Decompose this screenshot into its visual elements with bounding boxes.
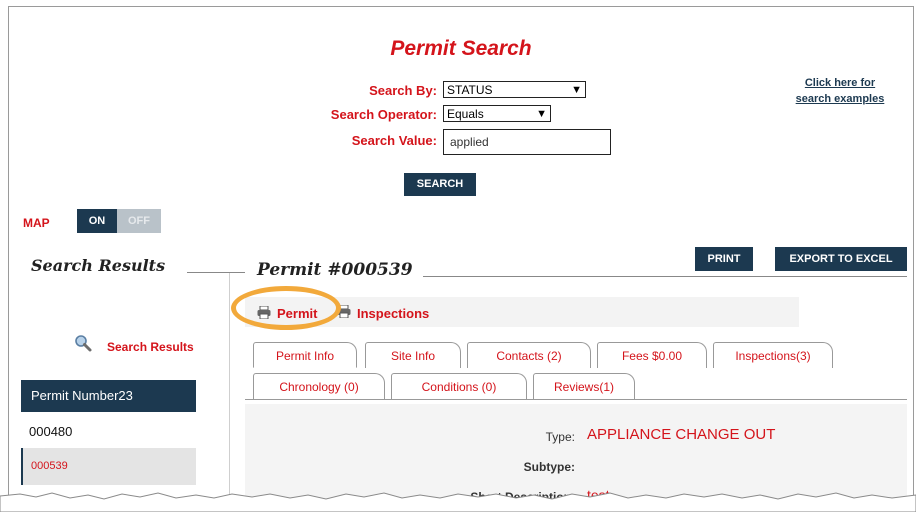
tab-conditions[interactable]: Conditions (0) — [391, 373, 527, 399]
search-by-select[interactable]: STATUS ▼ — [443, 81, 586, 98]
chevron-down-icon: ▼ — [536, 108, 547, 120]
search-operator-select[interactable]: Equals ▼ — [443, 105, 551, 122]
torn-edge — [0, 492, 916, 512]
type-value: APPLIANCE CHANGE OUT — [587, 426, 776, 443]
search-button[interactable]: SEARCH — [404, 173, 476, 196]
chevron-down-icon: ▼ — [571, 84, 582, 96]
tab-fees[interactable]: Fees $0.00 — [597, 342, 707, 368]
search-results-heading: Search Results — [31, 256, 166, 275]
tabs-baseline — [245, 399, 907, 400]
search-value-label: Search Value: — [351, 133, 437, 148]
search-by-value: STATUS — [447, 83, 493, 97]
search-icon — [73, 334, 93, 354]
map-on-toggle[interactable]: ON — [77, 209, 117, 233]
page-title: Permit Search — [390, 37, 532, 60]
search-examples-link[interactable]: Click here for search examples — [785, 75, 895, 107]
permit-number: 000539 — [31, 460, 68, 472]
permit-heading: Permit #000539 — [257, 260, 413, 280]
app-window: Permit Search Search By: STATUS ▼ Search… — [8, 6, 914, 507]
map-label: MAP — [23, 216, 50, 230]
tab-inspections[interactable]: Inspections(3) — [713, 342, 833, 368]
heading-rule — [423, 276, 907, 277]
tab-contacts[interactable]: Contacts (2) — [467, 342, 591, 368]
results-table-header[interactable]: Permit Number23 — [21, 380, 196, 412]
search-operator-label: Search Operator: — [330, 107, 437, 122]
tab-reviews[interactable]: Reviews(1) — [533, 373, 635, 399]
subtype-label: Subtype: — [523, 460, 575, 474]
map-off-toggle[interactable]: OFF — [117, 209, 161, 233]
inspections-print-link[interactable]: Inspections — [357, 306, 429, 321]
search-examples-line2: search examples — [795, 93, 885, 105]
table-row[interactable]: 000480 — [21, 417, 196, 447]
heading-rule — [187, 272, 245, 273]
type-label: Type: — [545, 430, 575, 444]
tab-site-info[interactable]: Site Info — [365, 342, 461, 368]
highlight-ring — [231, 286, 341, 330]
table-row-selected[interactable]: 000539 — [21, 448, 196, 485]
search-results-link[interactable]: Search Results — [107, 340, 194, 354]
search-operator-value: Equals — [447, 107, 484, 121]
tab-chronology[interactable]: Chronology (0) — [253, 373, 385, 399]
tab-permit-info[interactable]: Permit Info — [253, 342, 357, 368]
print-button[interactable]: PRINT — [695, 247, 753, 271]
tab-area: Permit Info Site Info Contacts (2) Fees … — [245, 340, 907, 507]
search-by-label: Search By: — [369, 83, 437, 98]
pane-divider — [229, 273, 230, 507]
search-value-input[interactable] — [443, 129, 611, 155]
export-excel-button[interactable]: EXPORT TO EXCEL — [775, 247, 907, 271]
search-examples-line1: Click here for — [804, 77, 876, 89]
permit-number: 000480 — [29, 424, 73, 439]
